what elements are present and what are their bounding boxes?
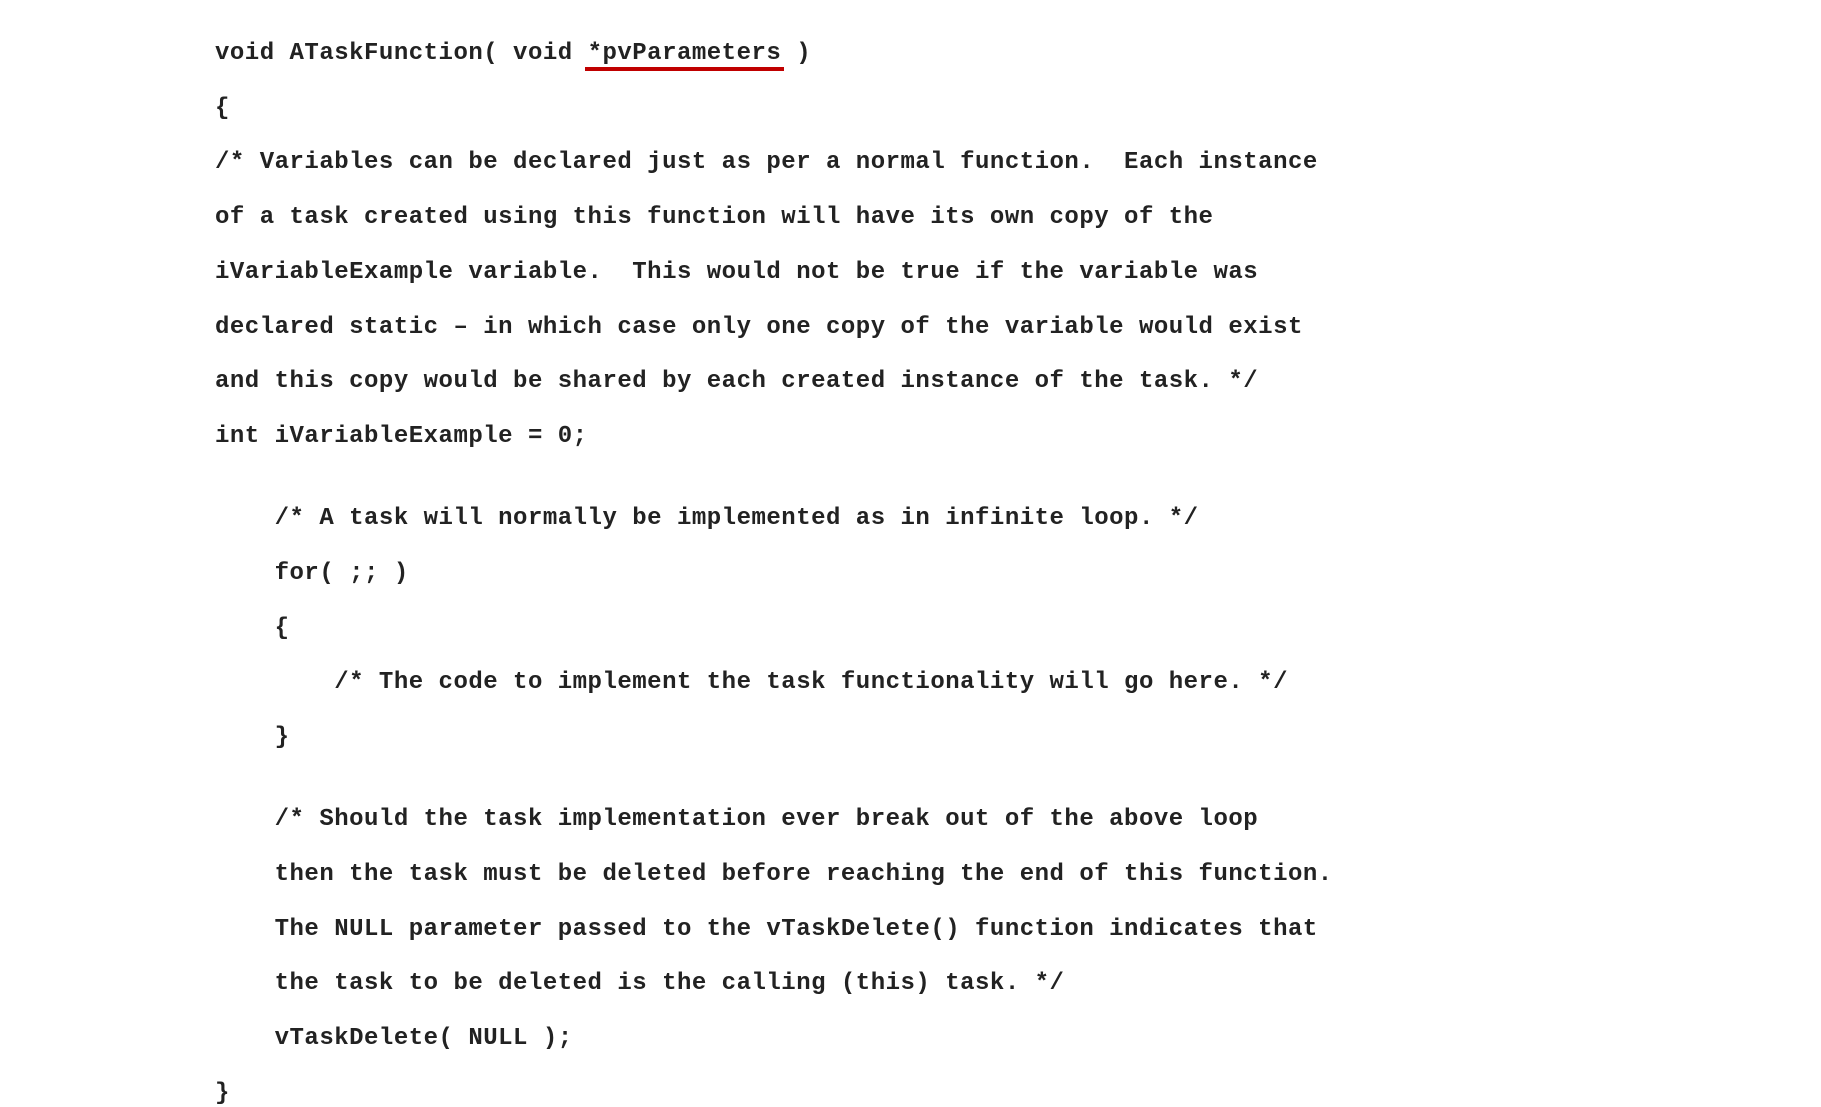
- code-line: /* Variables can be declared just as per…: [215, 149, 1821, 176]
- code-line: The NULL parameter passed to the vTaskDe…: [215, 916, 1821, 943]
- code-line: vTaskDelete( NULL );: [215, 1025, 1821, 1052]
- code-line: /* A task will normally be implemented a…: [215, 505, 1821, 532]
- code-line: and this copy would be shared by each cr…: [215, 368, 1821, 395]
- code-line: of a task created using this function wi…: [215, 204, 1821, 231]
- code-line: void ATaskFunction( void *pvParameters ): [215, 40, 1821, 67]
- code-line: {: [215, 615, 1821, 642]
- code-line: /* The code to implement the task functi…: [215, 669, 1821, 696]
- code-line: }: [215, 724, 1821, 751]
- code-line: then the task must be deleted before rea…: [215, 861, 1821, 888]
- code-line: }: [215, 1080, 1821, 1107]
- code-line: /* Should the task implementation ever b…: [215, 806, 1821, 833]
- code-line: int iVariableExample = 0;: [215, 423, 1821, 450]
- underlined-param: *pvParameters: [588, 40, 782, 67]
- code-block: void ATaskFunction( void *pvParameters )…: [215, 40, 1821, 1107]
- code-line: declared static – in which case only one…: [215, 314, 1821, 341]
- code-line: iVariableExample variable. This would no…: [215, 259, 1821, 286]
- code-text: ): [781, 40, 811, 67]
- code-line: the task to be deleted is the calling (t…: [215, 970, 1821, 997]
- code-text: void ATaskFunction( void: [215, 40, 588, 67]
- code-line: {: [215, 95, 1821, 122]
- code-line: for( ;; ): [215, 560, 1821, 587]
